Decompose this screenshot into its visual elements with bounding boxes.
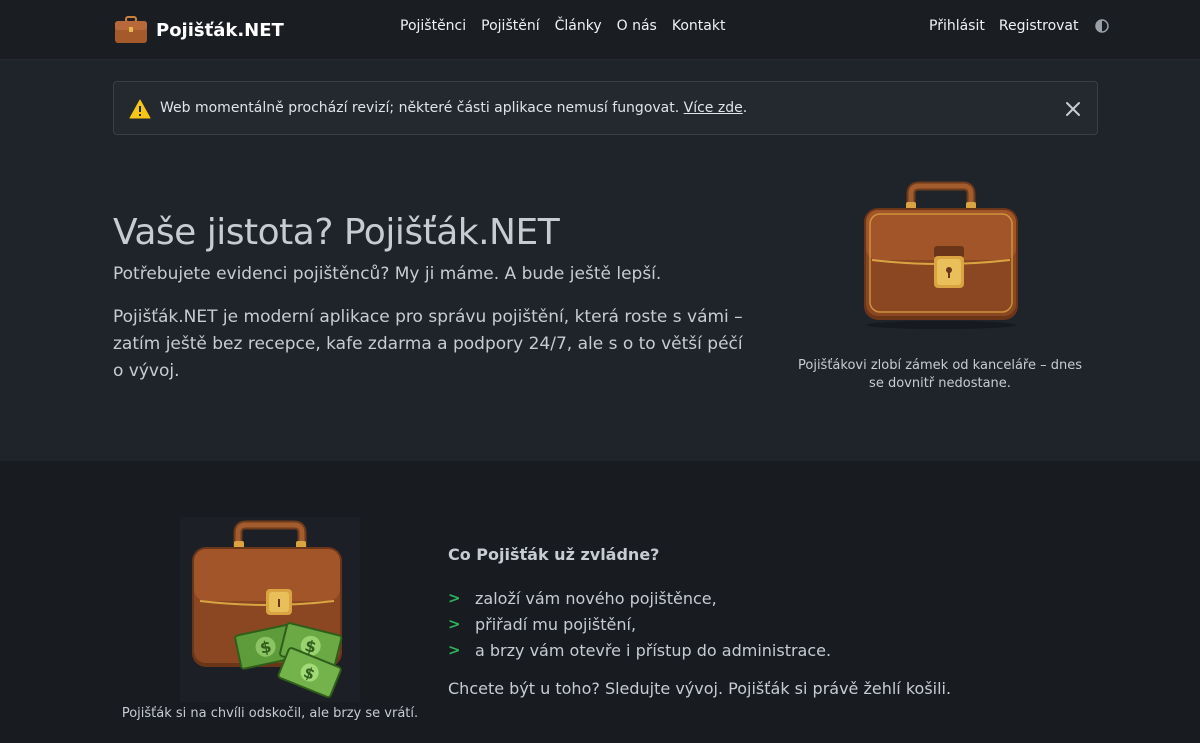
list-item-text: a brzy vám otevře i přístup do administr… <box>475 640 832 660</box>
feature-list: > založí vám nového pojištěnce, > přiřad… <box>448 585 831 663</box>
feature-image-caption: Pojišťák si na chvíli odskočil, ale brzy… <box>121 706 419 721</box>
bullet-icon: > <box>448 589 461 607</box>
hero-lead: Potřebujete evidenci pojištěnců? My ji m… <box>113 264 662 284</box>
warning-icon <box>129 99 151 119</box>
briefcase-icon <box>864 181 1018 329</box>
briefcase-icon <box>115 16 147 43</box>
navbar: Pojišťák.NET Pojištěnci Pojištění Články… <box>0 0 1200 60</box>
revision-alert: Web momentálně prochází revizí; některé … <box>113 81 1098 135</box>
list-item-text: založí vám nového pojištěnce, <box>475 588 717 608</box>
login-link[interactable]: Přihlásit <box>929 18 985 34</box>
list-item: > a brzy vám otevře i přístup do adminis… <box>448 637 831 663</box>
brand-name: Pojišťák.NET <box>156 19 284 41</box>
nav-link-kontakt[interactable]: Kontakt <box>672 18 726 34</box>
nav-link-o-nas[interactable]: O nás <box>617 18 657 34</box>
list-item: > založí vám nového pojištěnce, <box>448 585 831 611</box>
list-item-text: přiřadí mu pojištění, <box>475 614 637 634</box>
alert-more-link[interactable]: Více zde <box>684 100 743 116</box>
nav-link-pojistenci[interactable]: Pojištěnci <box>400 18 466 34</box>
hero-image-caption: Pojišťákovi zlobí zámek od kanceláře – d… <box>798 358 1082 391</box>
list-item: > přiřadí mu pojištění, <box>448 611 831 637</box>
close-icon[interactable] <box>1063 99 1083 119</box>
alert-suffix: . <box>742 100 748 116</box>
feature-outro: Chcete být u toho? Sledujte vývoj. Pojiš… <box>448 679 952 698</box>
hero-title: Vaše jistota? Pojišťák.NET <box>113 212 560 253</box>
bullet-icon: > <box>448 615 461 633</box>
main-nav: Pojištěnci Pojištění Články O nás Kontak… <box>400 18 725 34</box>
briefcase-money-icon: $ $ $ <box>180 517 360 702</box>
nav-account: Přihlásit Registrovat <box>929 18 1109 34</box>
alert-text: Web momentálně prochází revizí; některé … <box>160 100 684 116</box>
hero-body: Pojišťák.NET je moderní aplikace pro spr… <box>113 307 743 381</box>
bullet-icon: > <box>448 641 461 659</box>
nav-link-clanky[interactable]: Články <box>555 18 602 34</box>
alert-message: Web momentálně prochází revizí; některé … <box>160 100 747 116</box>
brand-link[interactable]: Pojišťák.NET <box>114 14 284 46</box>
feature-heading: Co Pojišťák už zvládne? <box>448 545 660 564</box>
register-link[interactable]: Registrovat <box>999 18 1079 34</box>
nav-link-pojisteni[interactable]: Pojištění <box>481 18 539 34</box>
half-circle-icon[interactable] <box>1094 19 1109 33</box>
